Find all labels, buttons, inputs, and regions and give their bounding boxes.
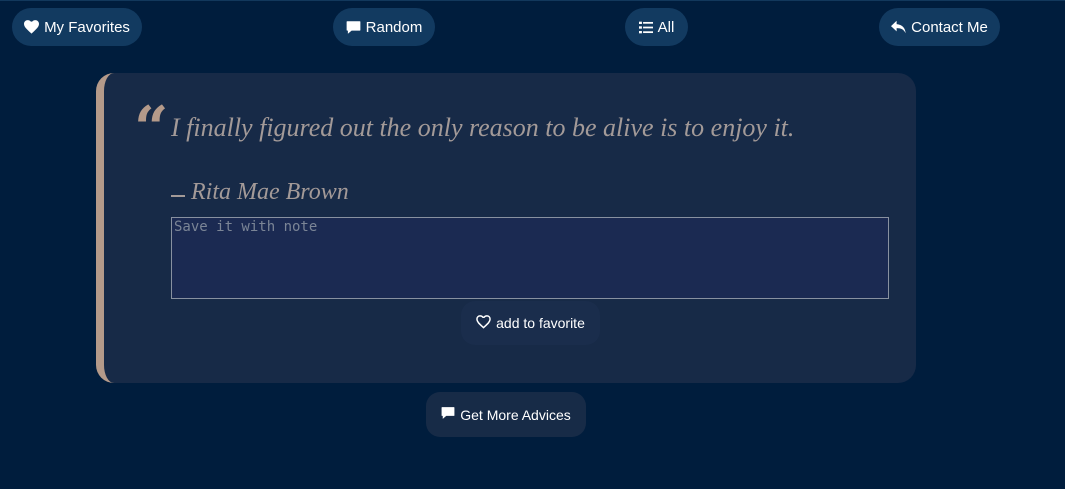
- get-more-advices-button[interactable]: Get More Advices: [426, 392, 586, 437]
- author-dash: [171, 195, 185, 197]
- all-button[interactable]: All: [625, 8, 688, 46]
- author-name: Rita Mae Brown: [191, 179, 349, 205]
- quote-text: I finally figured out the only reason to…: [171, 113, 795, 142]
- contact-me-button[interactable]: Contact Me: [879, 8, 1000, 46]
- my-favorites-label: My Favorites: [44, 18, 130, 36]
- heart-icon: [24, 20, 40, 34]
- all-label: All: [657, 18, 675, 36]
- note-textarea[interactable]: [171, 217, 889, 299]
- quote-author: Rita Mae Brown: [171, 179, 349, 206]
- get-more-advices-label: Get More Advices: [460, 406, 571, 423]
- quote-card: “ I finally figured out the only reason …: [96, 73, 916, 383]
- my-favorites-button[interactable]: My Favorites: [12, 8, 142, 46]
- heart-outline-icon: [476, 314, 491, 332]
- comment-icon: [346, 20, 361, 35]
- add-to-favorite-label: add to favorite: [496, 315, 585, 331]
- contact-me-label: Contact Me: [911, 18, 988, 36]
- reply-icon: [891, 20, 906, 34]
- top-border: [0, 0, 1065, 1]
- random-label: Random: [365, 18, 423, 36]
- comment-icon: [441, 406, 455, 423]
- random-button[interactable]: Random: [333, 8, 435, 46]
- add-to-favorite-button[interactable]: add to favorite: [461, 301, 600, 345]
- list-icon: [638, 21, 653, 34]
- quote-mark-icon: “: [134, 94, 169, 164]
